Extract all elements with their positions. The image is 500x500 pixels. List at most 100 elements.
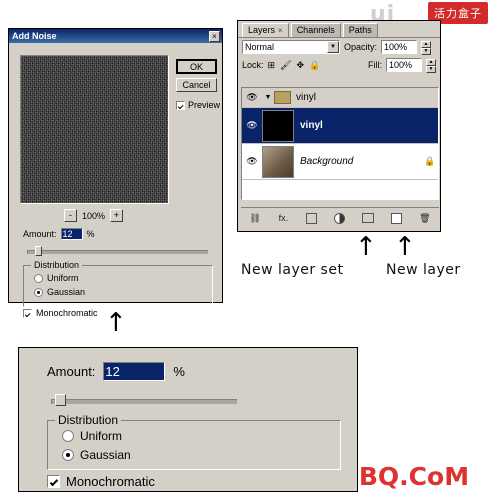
folder-icon <box>274 91 291 104</box>
zoom-amount-input[interactable]: 12 <box>103 362 166 381</box>
zoom-amount-slider-track <box>51 399 237 404</box>
zoom-amount-label: Amount: <box>47 364 96 379</box>
layer-list[interactable]: 👁 ▼ vinyl 👁 vinyl 👁 Background 🔒 <box>241 87 439 200</box>
zoom-gaussian-radio[interactable] <box>62 449 74 461</box>
layer-thumbnail[interactable] <box>262 109 294 142</box>
tab-layers-label: Layers <box>248 25 276 35</box>
annotation-new-layer-set: New layer set <box>241 262 344 278</box>
zoom-monochromatic-label: Monochromatic <box>66 474 155 489</box>
arrow-to-zoom-panel-icon: ↑ <box>105 308 127 338</box>
zoom-radio-uniform[interactable]: Uniform <box>62 429 122 443</box>
blend-mode-value: Normal <box>245 41 275 52</box>
amount-slider-thumb[interactable] <box>35 246 42 256</box>
eye-icon[interactable]: 👁 <box>242 120 262 131</box>
zoom-radio-gaussian[interactable]: Gaussian <box>62 448 131 462</box>
chevron-down-icon[interactable]: ▼ <box>262 94 274 101</box>
radio-uniform[interactable]: Uniform <box>34 273 79 283</box>
fill-input[interactable]: 100% <box>386 58 422 72</box>
tab-layers[interactable]: Layers × <box>242 23 289 37</box>
lock-label: Lock: <box>242 60 264 70</box>
lock-icon: 🔒 <box>424 156 436 166</box>
close-icon[interactable]: × <box>209 30 220 42</box>
layer-style-button[interactable]: fx. <box>275 211 291 225</box>
table-row[interactable]: 👁 Background 🔒 <box>242 144 438 180</box>
amount-slider[interactable] <box>27 246 208 256</box>
zoom-amount-row: Amount: 12 % <box>47 362 185 381</box>
zoom-in-button[interactable]: + <box>110 209 124 222</box>
annotation-new-layer: New layer <box>386 262 461 278</box>
zoom-out-button[interactable]: - <box>64 209 77 222</box>
uniform-label: Uniform <box>47 273 79 283</box>
noise-preview[interactable] <box>20 55 169 204</box>
fill-stepper[interactable]: ▲ ▼ <box>426 58 436 73</box>
gaussian-label: Gaussian <box>47 287 86 297</box>
zoom-amount-slider-thumb[interactable] <box>55 394 66 406</box>
blend-mode-select[interactable]: Normal ▼ <box>242 40 340 54</box>
uniform-radio[interactable] <box>34 273 43 283</box>
zoomed-options-panel: Amount: 12 % Distribution Uniform Gaussi… <box>18 347 358 492</box>
lock-move-icon[interactable]: ✥ <box>297 60 305 71</box>
chevron-down-icon[interactable]: ▼ <box>327 41 339 53</box>
preview-checkbox[interactable] <box>176 100 185 110</box>
noise-texture <box>21 56 168 203</box>
amount-slider-track <box>27 250 208 254</box>
gaussian-radio[interactable] <box>34 287 43 297</box>
amount-row: Amount: 12 % <box>23 228 95 240</box>
lock-brush-icon[interactable]: 🖌 <box>280 60 291 71</box>
preview-label: Preview <box>188 100 221 110</box>
zoom-amount-unit: % <box>173 364 185 379</box>
add-noise-title: Add Noise <box>12 31 57 41</box>
eye-icon[interactable]: 👁 <box>242 156 262 167</box>
adjustment-layer-button[interactable] <box>332 211 348 225</box>
zoom-amount-slider[interactable] <box>51 394 237 406</box>
arrow-new-layer-icon: ↑ <box>394 232 416 262</box>
preview-checkbox-row[interactable]: Preview <box>176 100 220 110</box>
zoom-monochromatic-checkbox[interactable] <box>47 475 60 488</box>
opacity-input[interactable]: 100% <box>381 40 418 54</box>
distribution-group: Distribution Uniform Gaussian <box>23 260 213 307</box>
monochromatic-label: Monochromatic <box>36 308 98 318</box>
add-noise-dialog: Add Noise × - 100% + OK Cancel Preview A… <box>8 28 223 318</box>
layer-group-row[interactable]: 👁 ▼ vinyl <box>242 88 438 108</box>
new-layer-button[interactable] <box>389 211 405 225</box>
link-layers-button[interactable]: ⛓ <box>247 211 263 225</box>
ok-button[interactable]: OK <box>176 59 217 74</box>
zoom-level-label: 100% <box>82 210 106 221</box>
opacity-stepper[interactable]: ▲ ▼ <box>421 40 432 55</box>
layer-mask-button[interactable] <box>304 211 320 225</box>
zoom-monochromatic-row[interactable]: Monochromatic <box>47 474 155 489</box>
screenshot-root: ui 活力盒子 yesky UiBQ.CoM Add Noise × - 100… <box>0 0 500 500</box>
tab-paths-label: Paths <box>348 25 372 35</box>
layer-group-name: vinyl <box>296 92 317 103</box>
monochromatic-checkbox[interactable] <box>23 308 32 318</box>
radio-gaussian[interactable]: Gaussian <box>34 287 85 297</box>
lock-all-icon[interactable]: 🔒 <box>309 60 320 71</box>
new-group-button[interactable] <box>360 211 376 225</box>
tab-channels[interactable]: Channels <box>290 23 341 37</box>
zoom-gaussian-label: Gaussian <box>80 448 131 462</box>
monochromatic-row[interactable]: Monochromatic <box>23 308 98 318</box>
lock-icons: ⊞ 🖌 ✥ 🔒 <box>268 60 321 71</box>
tab-close-icon[interactable]: × <box>278 25 283 36</box>
layers-panel-toolbar: ⛓ fx. 🗑 <box>241 207 439 228</box>
opacity-value: 100% <box>384 41 408 52</box>
zoom-distribution-group: Distribution Uniform Gaussian <box>47 413 341 470</box>
distribution-legend: Distribution <box>31 260 83 270</box>
lock-transparency-icon[interactable]: ⊞ <box>268 60 276 71</box>
layer-thumbnail[interactable] <box>262 145 294 178</box>
add-noise-titlebar: Add Noise × <box>9 29 222 43</box>
cancel-button[interactable]: Cancel <box>176 78 217 92</box>
amount-input[interactable]: 12 <box>60 228 83 240</box>
arrow-new-layer-set-icon: ↑ <box>355 232 377 262</box>
layers-panel: Layers × Channels Paths Normal ▼ Opacity… <box>237 20 441 232</box>
lock-fill-row: Lock: ⊞ 🖌 ✥ 🔒 Fill: 100% ▲ ▼ <box>238 56 440 74</box>
fill-label: Fill: <box>368 60 382 70</box>
zoom-uniform-radio[interactable] <box>62 430 74 442</box>
table-row[interactable]: 👁 vinyl <box>242 108 438 144</box>
zoom-uniform-label: Uniform <box>80 429 123 443</box>
tab-paths[interactable]: Paths <box>342 23 378 37</box>
layer-name: vinyl <box>300 120 323 131</box>
eye-icon[interactable]: 👁 <box>242 92 262 103</box>
delete-layer-button[interactable]: 🗑 <box>417 211 433 225</box>
amount-label: Amount: <box>23 229 57 239</box>
